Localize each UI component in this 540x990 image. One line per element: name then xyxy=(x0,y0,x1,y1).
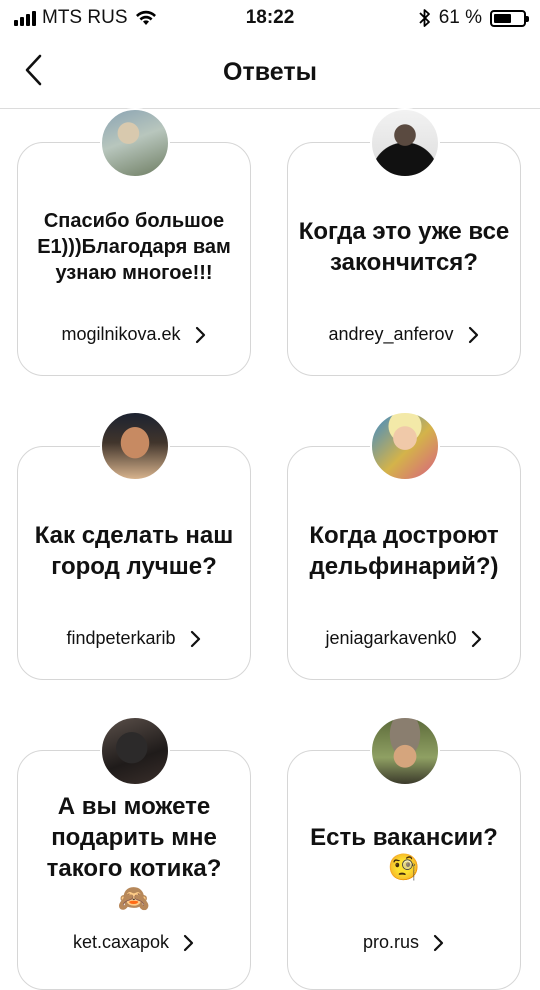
avatar[interactable] xyxy=(100,411,170,481)
question-text: Есть вакансии? 🧐 xyxy=(310,824,498,883)
username-link[interactable]: mogilnikova.ek xyxy=(18,324,250,345)
battery-percent: 61 % xyxy=(438,7,482,28)
chevron-right-icon xyxy=(471,630,481,647)
username: jeniagarkavenk0 xyxy=(325,628,457,648)
status-right: 61 % xyxy=(419,7,529,29)
question-text: А вы можете подарить мне такого котика? … xyxy=(28,789,240,917)
answer-card[interactable]: А вы можете подарить мне такого котика? … xyxy=(17,750,251,990)
chevron-right-icon xyxy=(433,934,444,951)
chevron-right-icon xyxy=(190,630,200,647)
username: ket.caxapok xyxy=(72,932,170,952)
nav-bar: Ответы xyxy=(0,36,540,109)
question-text: Спасибо большое Е1)))Благодаря вам узнаю… xyxy=(37,210,231,284)
avatar[interactable] xyxy=(370,411,440,481)
username-link[interactable]: jeniagarkavenk0 xyxy=(288,628,520,649)
username-link[interactable]: ket.caxapok xyxy=(18,932,250,953)
question-text: Когда достроют дельфинарий?) xyxy=(309,522,499,580)
question-text: Как сделать наш город лучше? xyxy=(34,522,234,580)
battery-icon xyxy=(490,9,529,27)
username: findpeterkarib xyxy=(66,628,176,648)
username: mogilnikova.ek xyxy=(61,324,181,344)
avatar[interactable] xyxy=(100,716,170,786)
chevron-right-icon xyxy=(183,934,194,951)
username: andrey_anferov xyxy=(328,324,454,344)
battery-fill xyxy=(494,13,511,23)
status-bar: MTS RUS 18:22 61 % xyxy=(0,0,540,36)
answer-card[interactable]: Когда достроют дельфинарий?) jeniagarkav… xyxy=(287,446,521,680)
username-link[interactable]: andrey_anferov xyxy=(288,324,520,345)
question-text: Когда это уже все закончится? xyxy=(298,218,510,276)
username-link[interactable]: findpeterkarib xyxy=(18,628,250,649)
avatar[interactable] xyxy=(100,108,170,178)
avatar[interactable] xyxy=(370,716,440,786)
answer-card[interactable]: Как сделать наш город лучше? findpeterka… xyxy=(17,446,251,680)
bluetooth-icon xyxy=(419,9,430,27)
monocle-face-icon: 🧐 xyxy=(387,853,421,883)
avatar[interactable] xyxy=(370,108,440,178)
chevron-right-icon xyxy=(468,326,478,343)
see-no-evil-monkey-icon: 🙈 xyxy=(117,884,151,914)
username-link[interactable]: pro.rus xyxy=(288,932,520,953)
page-title: Ответы xyxy=(223,58,317,86)
chevron-right-icon xyxy=(195,326,205,343)
answer-card[interactable]: Есть вакансии? 🧐 pro.rus xyxy=(287,750,521,990)
username: pro.rus xyxy=(362,932,420,952)
